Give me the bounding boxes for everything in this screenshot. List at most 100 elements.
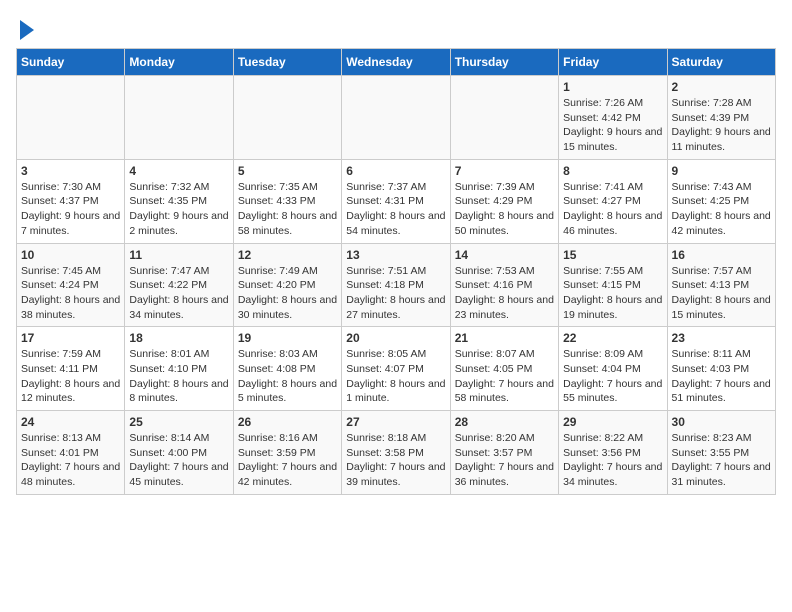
day-info: Sunrise: 8:18 AM Sunset: 3:58 PM Dayligh… (346, 431, 445, 490)
calendar-cell: 6 Sunrise: 7:37 AM Sunset: 4:31 PM Daylig… (342, 159, 450, 243)
calendar-cell: 27 Sunrise: 8:18 AM Sunset: 3:58 PM Dayli… (342, 411, 450, 495)
day-info: Sunrise: 7:35 AM Sunset: 4:33 PM Dayligh… (238, 180, 337, 239)
day-number: 20 (346, 331, 445, 345)
header-row: SundayMondayTuesdayWednesdayThursdayFrid… (17, 49, 776, 76)
day-info: Sunrise: 7:37 AM Sunset: 4:31 PM Dayligh… (346, 180, 445, 239)
day-info: Sunrise: 7:51 AM Sunset: 4:18 PM Dayligh… (346, 264, 445, 323)
day-number: 25 (129, 415, 228, 429)
day-number: 28 (455, 415, 554, 429)
header-day-monday: Monday (125, 49, 233, 76)
calendar-cell: 13 Sunrise: 7:51 AM Sunset: 4:18 PM Dayli… (342, 243, 450, 327)
calendar-cell: 15 Sunrise: 7:55 AM Sunset: 4:15 PM Dayli… (559, 243, 667, 327)
day-number: 14 (455, 248, 554, 262)
day-number: 21 (455, 331, 554, 345)
day-info: Sunrise: 8:20 AM Sunset: 3:57 PM Dayligh… (455, 431, 554, 490)
calendar-cell (450, 76, 558, 160)
day-number: 17 (21, 331, 120, 345)
day-info: Sunrise: 8:11 AM Sunset: 4:03 PM Dayligh… (672, 347, 771, 406)
calendar-cell: 20 Sunrise: 8:05 AM Sunset: 4:07 PM Dayli… (342, 327, 450, 411)
calendar-cell: 9 Sunrise: 7:43 AM Sunset: 4:25 PM Daylig… (667, 159, 775, 243)
calendar-cell: 5 Sunrise: 7:35 AM Sunset: 4:33 PM Daylig… (233, 159, 341, 243)
day-number: 13 (346, 248, 445, 262)
calendar-cell: 11 Sunrise: 7:47 AM Sunset: 4:22 PM Dayli… (125, 243, 233, 327)
week-row-3: 10 Sunrise: 7:45 AM Sunset: 4:24 PM Dayli… (17, 243, 776, 327)
day-info: Sunrise: 7:39 AM Sunset: 4:29 PM Dayligh… (455, 180, 554, 239)
calendar-cell: 29Sunrise: 8:22 AM Sunset: 3:56 PM Dayli… (559, 411, 667, 495)
day-number: 19 (238, 331, 337, 345)
header-day-wednesday: Wednesday (342, 49, 450, 76)
logo (16, 16, 34, 40)
calendar-cell: 19 Sunrise: 8:03 AM Sunset: 4:08 PM Dayli… (233, 327, 341, 411)
day-number: 8 (563, 164, 662, 178)
header-day-friday: Friday (559, 49, 667, 76)
calendar-cell: 28 Sunrise: 8:20 AM Sunset: 3:57 PM Dayli… (450, 411, 558, 495)
day-info: Sunrise: 8:22 AM Sunset: 3:56 PM Dayligh… (563, 431, 662, 490)
day-number: 27 (346, 415, 445, 429)
day-info: Sunrise: 8:03 AM Sunset: 4:08 PM Dayligh… (238, 347, 337, 406)
day-number: 18 (129, 331, 228, 345)
day-info: Sunrise: 7:49 AM Sunset: 4:20 PM Dayligh… (238, 264, 337, 323)
calendar-cell (233, 76, 341, 160)
day-number: 22 (563, 331, 662, 345)
day-number: 5 (238, 164, 337, 178)
day-info: Sunrise: 7:47 AM Sunset: 4:22 PM Dayligh… (129, 264, 228, 323)
day-number: 16 (672, 248, 771, 262)
calendar-cell: 24Sunrise: 8:13 AM Sunset: 4:01 PM Dayli… (17, 411, 125, 495)
calendar-cell: 21 Sunrise: 8:07 AM Sunset: 4:05 PM Dayli… (450, 327, 558, 411)
calendar-cell: 8 Sunrise: 7:41 AM Sunset: 4:27 PM Daylig… (559, 159, 667, 243)
week-row-1: 1Sunrise: 7:26 AM Sunset: 4:42 PM Daylig… (17, 76, 776, 160)
day-info: Sunrise: 8:05 AM Sunset: 4:07 PM Dayligh… (346, 347, 445, 406)
calendar-cell (342, 76, 450, 160)
day-info: Sunrise: 8:14 AM Sunset: 4:00 PM Dayligh… (129, 431, 228, 490)
day-info: Sunrise: 7:53 AM Sunset: 4:16 PM Dayligh… (455, 264, 554, 323)
day-number: 26 (238, 415, 337, 429)
header-day-saturday: Saturday (667, 49, 775, 76)
day-info: Sunrise: 7:57 AM Sunset: 4:13 PM Dayligh… (672, 264, 771, 323)
day-number: 7 (455, 164, 554, 178)
day-number: 3 (21, 164, 120, 178)
day-info: Sunrise: 7:55 AM Sunset: 4:15 PM Dayligh… (563, 264, 662, 323)
day-number: 12 (238, 248, 337, 262)
day-info: Sunrise: 8:07 AM Sunset: 4:05 PM Dayligh… (455, 347, 554, 406)
day-number: 11 (129, 248, 228, 262)
day-info: Sunrise: 8:13 AM Sunset: 4:01 PM Dayligh… (21, 431, 120, 490)
calendar-cell: 30Sunrise: 8:23 AM Sunset: 3:55 PM Dayli… (667, 411, 775, 495)
calendar-cell: 25 Sunrise: 8:14 AM Sunset: 4:00 PM Dayli… (125, 411, 233, 495)
day-number: 15 (563, 248, 662, 262)
calendar-cell: 12 Sunrise: 7:49 AM Sunset: 4:20 PM Dayli… (233, 243, 341, 327)
day-info: Sunrise: 7:28 AM Sunset: 4:39 PM Dayligh… (672, 96, 771, 155)
day-info: Sunrise: 7:43 AM Sunset: 4:25 PM Dayligh… (672, 180, 771, 239)
day-number: 10 (21, 248, 120, 262)
calendar-cell: 26 Sunrise: 8:16 AM Sunset: 3:59 PM Dayli… (233, 411, 341, 495)
day-number: 6 (346, 164, 445, 178)
day-info: Sunrise: 7:41 AM Sunset: 4:27 PM Dayligh… (563, 180, 662, 239)
calendar-cell: 2 Sunrise: 7:28 AM Sunset: 4:39 PM Daylig… (667, 76, 775, 160)
day-number: 30 (672, 415, 771, 429)
calendar-cell: 4 Sunrise: 7:32 AM Sunset: 4:35 PM Daylig… (125, 159, 233, 243)
day-number: 9 (672, 164, 771, 178)
calendar-body: 1Sunrise: 7:26 AM Sunset: 4:42 PM Daylig… (17, 76, 776, 495)
calendar-cell: 23Sunrise: 8:11 AM Sunset: 4:03 PM Dayli… (667, 327, 775, 411)
day-info: Sunrise: 7:30 AM Sunset: 4:37 PM Dayligh… (21, 180, 120, 239)
header-day-sunday: Sunday (17, 49, 125, 76)
calendar-cell: 16 Sunrise: 7:57 AM Sunset: 4:13 PM Dayli… (667, 243, 775, 327)
calendar-cell: 7 Sunrise: 7:39 AM Sunset: 4:29 PM Daylig… (450, 159, 558, 243)
week-row-5: 24Sunrise: 8:13 AM Sunset: 4:01 PM Dayli… (17, 411, 776, 495)
day-number: 4 (129, 164, 228, 178)
day-info: Sunrise: 8:16 AM Sunset: 3:59 PM Dayligh… (238, 431, 337, 490)
day-info: Sunrise: 8:09 AM Sunset: 4:04 PM Dayligh… (563, 347, 662, 406)
calendar-cell: 18 Sunrise: 8:01 AM Sunset: 4:10 PM Dayli… (125, 327, 233, 411)
header-day-tuesday: Tuesday (233, 49, 341, 76)
day-number: 2 (672, 80, 771, 94)
calendar-header: SundayMondayTuesdayWednesdayThursdayFrid… (17, 49, 776, 76)
day-info: Sunrise: 7:32 AM Sunset: 4:35 PM Dayligh… (129, 180, 228, 239)
day-info: Sunrise: 7:59 AM Sunset: 4:11 PM Dayligh… (21, 347, 120, 406)
day-info: Sunrise: 7:26 AM Sunset: 4:42 PM Dayligh… (563, 96, 662, 155)
day-info: Sunrise: 8:01 AM Sunset: 4:10 PM Dayligh… (129, 347, 228, 406)
week-row-2: 3 Sunrise: 7:30 AM Sunset: 4:37 PM Daylig… (17, 159, 776, 243)
calendar-cell: 3 Sunrise: 7:30 AM Sunset: 4:37 PM Daylig… (17, 159, 125, 243)
day-info: Sunrise: 7:45 AM Sunset: 4:24 PM Dayligh… (21, 264, 120, 323)
calendar-cell (17, 76, 125, 160)
logo-arrow-icon (20, 20, 34, 40)
calendar-cell: 22 Sunrise: 8:09 AM Sunset: 4:04 PM Dayli… (559, 327, 667, 411)
